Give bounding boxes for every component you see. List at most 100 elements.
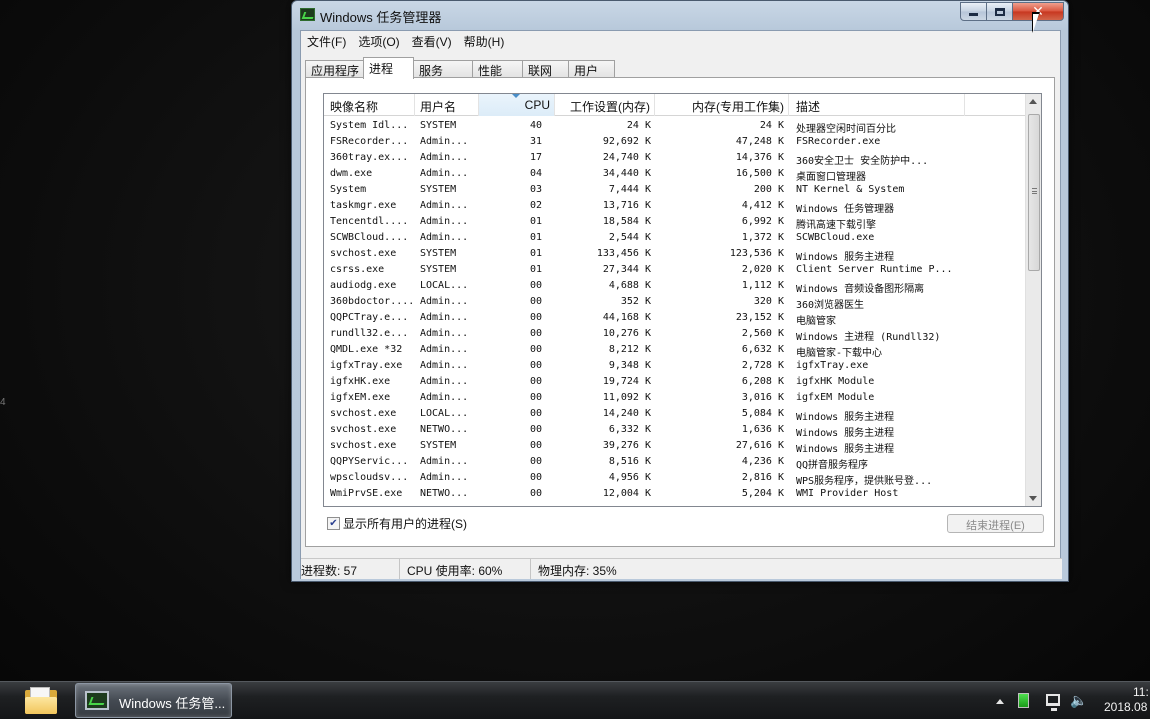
cell-image-name: igfxTray.exe [330,360,403,371]
taskbar-task-manager-button[interactable]: Windows 任务管... [75,683,232,718]
scroll-thumb[interactable] [1028,114,1040,271]
cell-private-memory: 24 K [759,120,784,131]
cell-working-set: 9,348 K [608,360,651,371]
cell-image-name: System Idl... [330,120,409,131]
cell-image-name: rundll32.e... [330,328,409,339]
process-row[interactable]: dwm.exe Admin... 04 34,440 K 16,500 K 桌面窗口管理器 [324,166,1026,183]
cell-private-memory: 6,992 K [741,216,784,227]
show-hidden-icons-icon[interactable] [996,699,1004,704]
process-row[interactable]: svchost.exe LOCAL... 00 14,240 K 5,084 K Wind… [324,406,1026,423]
network-icon[interactable] [1046,694,1060,711]
process-row[interactable]: 360tray.ex... Admin... 17 24,740 K 14,376 K 3… [324,150,1026,167]
process-row[interactable]: igfxHK.exe Admin... 00 19,724 K 6,208 K igfxH… [324,374,1026,390]
cell-description: 处理器空闲时间百分比 [796,124,896,135]
cell-private-memory: 23,152 K [735,312,784,323]
cell-private-memory: 200 K [753,184,784,195]
cell-image-name: taskmgr.exe [330,200,397,211]
volume-icon[interactable]: 🔈 [1070,692,1087,708]
tab-services[interactable]: 服务 [413,60,473,78]
tab-performance[interactable]: 性能 [472,60,523,78]
cell-user-name: Admin... [420,232,469,243]
process-row[interactable]: wpscloudsv... Admin... 00 4,956 K 2,816 K WPS… [324,470,1026,487]
cell-working-set: 7,444 K [608,184,651,195]
cell-working-set: 39,276 K [602,440,651,451]
tab-processes[interactable]: 进程 [363,57,414,79]
cell-description: Windows 任务管理器 [796,204,895,215]
cell-working-set: 24,740 K [602,152,651,163]
tab-users[interactable]: 用户 [568,60,615,78]
column-cpu[interactable]: CPU [479,94,555,116]
cell-image-name: audiodg.exe [330,280,397,291]
cell-image-name: 360tray.ex... [330,152,409,163]
taskbar-task-label: Windows 任务管... [119,696,226,711]
process-row[interactable]: SCWBCloud.... Admin... 01 2,544 K 1,372 K SCW… [324,230,1026,246]
process-row[interactable]: FSRecorder... Admin... 31 92,692 K 47,248 K F… [324,134,1026,150]
column-description[interactable]: 描述 [789,94,965,116]
column-private-memory[interactable]: 内存(专用工作集) [655,94,789,116]
tab-networking[interactable]: 联网 [522,60,569,78]
process-row[interactable]: igfxTray.exe Admin... 00 9,348 K 2,728 K igfx… [324,358,1026,374]
menu-help[interactable]: 帮助(H) [458,31,511,51]
column-image-name[interactable]: 映像名称 [324,94,415,116]
tray-app-icon[interactable] [1018,693,1029,708]
maximize-button[interactable] [986,2,1013,21]
cell-user-name: Admin... [420,376,469,387]
cell-private-memory: 5,084 K [741,408,784,419]
file-explorer-icon[interactable] [24,687,58,715]
cell-private-memory: 16,500 K [735,168,784,179]
end-process-button[interactable]: 结束进程(E) [947,514,1044,533]
process-row[interactable]: audiodg.exe LOCAL... 00 4,688 K 1,112 K Windo… [324,278,1026,295]
show-all-users-checkbox[interactable]: ✔ [327,517,340,530]
task-manager-window: Windows 任务管理器 ✕ 文件(F) 选项(O) 查看(V) 帮助(H) … [291,0,1069,582]
title-bar[interactable]: Windows 任务管理器 ✕ [292,1,1068,29]
process-row[interactable]: svchost.exe SYSTEM 00 39,276 K 27,616 K Windo… [324,438,1026,455]
cell-working-set: 133,456 K [596,248,651,259]
vertical-scrollbar[interactable] [1025,94,1041,506]
minimize-button[interactable] [960,2,987,21]
cell-user-name: SYSTEM [420,120,457,131]
process-row[interactable]: Tencentdl.... Admin... 01 18,584 K 6,992 K 腾讯… [324,214,1026,231]
column-working-set[interactable]: 工作设置(内存) [555,94,655,116]
cell-user-name: Admin... [420,360,469,371]
cell-working-set: 19,724 K [602,376,651,387]
tab-applications[interactable]: 应用程序 [305,60,365,78]
cell-description: 桌面窗口管理器 [796,172,866,183]
cell-cpu: 00 [529,440,542,451]
menu-view[interactable]: 查看(V) [406,31,458,51]
window-title: Windows 任务管理器 [320,10,442,25]
menu-file[interactable]: 文件(F) [301,31,352,51]
system-clock[interactable]: 11: 2018.08 [1103,685,1150,715]
process-row[interactable]: svchost.exe NETWO... 00 6,332 K 1,636 K Windo… [324,422,1026,439]
cell-cpu: 00 [529,296,542,307]
process-row[interactable]: csrss.exe SYSTEM 01 27,344 K 2,020 K Client S… [324,262,1026,278]
process-list[interactable]: 映像名称 用户名 CPU 工作设置(内存) 内存(专用工作集) 描述 Syste… [323,93,1042,507]
process-row[interactable]: rundll32.e... Admin... 00 10,276 K 2,560 K Wi… [324,326,1026,343]
cell-user-name: Admin... [420,456,469,467]
scroll-down-icon[interactable] [1029,496,1037,501]
cell-image-name: 360bdoctor.... [330,296,414,307]
cell-working-set: 27,344 K [602,264,651,275]
mouse-cursor [1033,14,1039,32]
process-row[interactable]: System SYSTEM 03 7,444 K 200 K NT Kernel & Sy… [324,182,1026,198]
menu-options[interactable]: 选项(O) [352,31,405,51]
cell-working-set: 13,716 K [602,200,651,211]
process-row[interactable]: 360bdoctor.... Admin... 00 352 K 320 K 360浏览器… [324,294,1026,311]
show-all-users-option[interactable]: ✔ 显示所有用户的进程(S) [327,515,467,532]
cell-user-name: SYSTEM [420,264,457,275]
status-bar: 进程数: 57 CPU 使用率: 60% 物理内存: 35% [301,558,1062,579]
cell-cpu: 00 [529,472,542,483]
cell-working-set: 8,212 K [608,344,651,355]
scroll-up-icon[interactable] [1029,99,1037,104]
process-row[interactable]: igfxEM.exe Admin... 00 11,092 K 3,016 K igfxE… [324,390,1026,406]
process-row[interactable]: QMDL.exe *32 Admin... 00 8,212 K 6,632 K 电脑管家… [324,342,1026,359]
cell-cpu: 00 [529,408,542,419]
cell-private-memory: 1,112 K [741,280,784,291]
process-row[interactable]: WmiPrvSE.exe NETWO... 00 12,004 K 5,204 K WMI… [324,486,1026,502]
column-user-name[interactable]: 用户名 [415,94,479,116]
cell-description: Windows 主进程 (Rundll32) [796,332,941,343]
process-row[interactable]: taskmgr.exe Admin... 02 13,716 K 4,412 K Wind… [324,198,1026,215]
process-row[interactable]: QQPYServic... Admin... 00 8,516 K 4,236 K QQ拼… [324,454,1026,471]
process-row[interactable]: QQPCTray.e... Admin... 00 44,168 K 23,152 K 电… [324,310,1026,327]
process-row[interactable]: svchost.exe SYSTEM 01 133,456 K 123,536 K Win… [324,246,1026,263]
process-row[interactable]: System Idl... SYSTEM 40 24 K 24 K 处理器空闲时间百分比 [324,118,1026,135]
